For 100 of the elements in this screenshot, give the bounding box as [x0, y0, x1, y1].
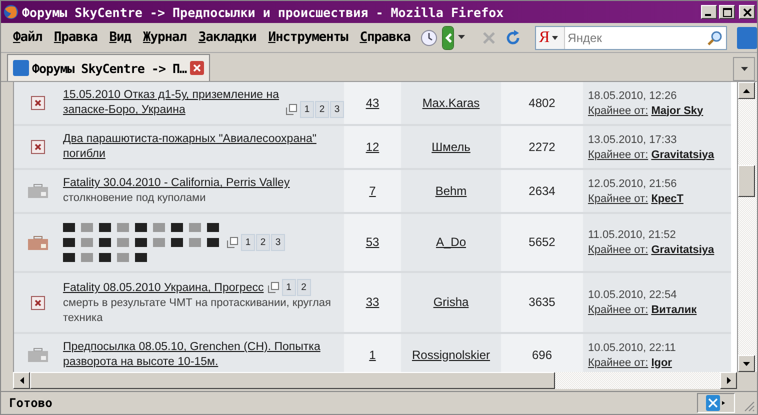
menu-item[interactable]: Справка	[354, 30, 416, 45]
arrow-down-icon[interactable]	[743, 362, 750, 366]
author-link[interactable]: Max.Karas	[422, 96, 480, 110]
author-link[interactable]: A_Do	[436, 235, 466, 250]
last-post-date: 11.05.2010, 21:52	[588, 228, 676, 242]
menu-item[interactable]: Файл	[7, 30, 48, 45]
page-link[interactable]: 2	[256, 234, 270, 251]
replies-count-link[interactable]: 53	[366, 235, 380, 250]
last-poster-link[interactable]: КресТ	[651, 192, 684, 204]
views-count: 696	[532, 348, 552, 362]
author-link[interactable]: Шмель	[432, 140, 470, 154]
menu-item[interactable]: Журнал	[137, 30, 192, 45]
locked-topic-icon	[30, 96, 44, 110]
scroll-thumb[interactable]	[30, 372, 555, 389]
resize-grip-icon[interactable]	[743, 400, 755, 412]
author-link[interactable]: Rossignolskier	[412, 348, 490, 362]
menu-item[interactable]: Правка	[48, 30, 104, 45]
locked-topic-icon	[30, 140, 44, 154]
last-post-link[interactable]: Крайнее от:	[588, 304, 648, 316]
last-poster-link[interactable]: Major Sky	[651, 104, 704, 116]
replies-count-link[interactable]: 7	[369, 184, 376, 198]
replies-count-link[interactable]: 43	[366, 96, 380, 110]
topic-description: смерть в результате ЧМТ на протаскивании, круглая техника	[63, 296, 332, 326]
search-icon[interactable]	[707, 30, 723, 46]
site-logo-icon[interactable]	[737, 26, 757, 48]
topic-link[interactable]: Fatality 08.05.2010 Украина, Прогресс	[63, 281, 264, 296]
horizontal-scrollbar[interactable]	[13, 372, 737, 389]
last-poster-link[interactable]: Igor	[651, 356, 672, 368]
topic-link[interactable]: Два парашютиста-пожарных "Авиалесоохрана" погибли	[63, 132, 344, 162]
topic-link[interactable]: Fatality 30.04.2010 - California, Perris Valley	[63, 176, 290, 191]
replies-count-link[interactable]: 1	[369, 348, 376, 362]
caret-icon[interactable]	[458, 35, 465, 40]
close-tab-icon[interactable]	[190, 61, 204, 75]
topic-link[interactable]: Предпосылка 08.05.10, Grenchen (CH). Попытка разворота на высоте 10-15м.	[63, 340, 344, 370]
replies-count-link[interactable]: 33	[366, 295, 380, 310]
status-text: Готово	[8, 396, 54, 410]
arrow-left-icon[interactable]	[20, 377, 24, 384]
page-link[interactable]: 1	[282, 279, 296, 296]
last-post-link[interactable]: Крайнее от:	[588, 104, 648, 116]
browser-tab[interactable]: Форумы SkyCentre -> П…	[7, 54, 210, 81]
topic-link[interactable]: 15.05.2010 Отказ д1-5у, приземление на запаске-Боро, Украина	[63, 88, 282, 118]
window-title: Форумы SkyCentre -> Предпосылки и происшествия - Mozilla Firefox	[22, 4, 505, 20]
page-link[interactable]: 2	[315, 101, 329, 118]
pages-icon	[227, 237, 238, 248]
menu-item[interactable]: Инструменты	[262, 30, 354, 45]
arrow-right-icon[interactable]	[726, 377, 730, 384]
vertical-scrollbar[interactable]	[737, 82, 757, 372]
locked-topic-icon	[30, 296, 44, 310]
search-box[interactable]: Я Яндек	[535, 26, 727, 50]
caret-icon	[740, 67, 748, 71]
last-post-date: 12.05.2010, 21:56	[588, 176, 677, 190]
views-count: 5652	[528, 235, 556, 250]
page-link[interactable]: 3	[330, 101, 344, 118]
reload-icon[interactable]	[505, 30, 521, 46]
last-post-date: 10.05.2010, 22:54	[588, 288, 677, 302]
minimize-button[interactable]	[701, 5, 717, 19]
clock-icon[interactable]	[420, 28, 438, 46]
last-poster-link[interactable]: Виталик	[651, 304, 697, 316]
last-post-date: 18.05.2010, 12:26	[588, 88, 677, 102]
page-link[interactable]: 1	[241, 234, 255, 251]
views-count: 2272	[528, 140, 556, 154]
arrow-up-icon[interactable]	[743, 88, 750, 92]
views-count: 3635	[528, 295, 556, 310]
page-link[interactable]: 2	[296, 279, 311, 296]
folder-icon	[28, 348, 48, 362]
last-poster-link[interactable]: Gravitatsiya	[651, 244, 714, 256]
search-engine-button[interactable]: Я	[536, 26, 565, 48]
addon-icon[interactable]	[706, 395, 726, 411]
close-icon	[742, 8, 752, 16]
site-logo-icon	[13, 60, 29, 76]
views-count: 2634	[528, 184, 556, 198]
topic-description: столкновение под куполами	[63, 191, 206, 206]
close-button[interactable]	[739, 5, 755, 19]
maximize-icon	[722, 8, 732, 16]
page-link[interactable]: 1	[300, 101, 314, 118]
author-link[interactable]: Grisha	[433, 295, 469, 310]
author-link[interactable]: Behm	[435, 184, 467, 198]
replies-count-link[interactable]: 12	[366, 140, 380, 154]
globe-icon	[3, 4, 19, 20]
last-post-link[interactable]: Крайнее от:	[588, 244, 648, 256]
last-post-link[interactable]: Крайнее от:	[588, 192, 648, 204]
last-post-link[interactable]: Крайнее от:	[588, 356, 648, 368]
views-count: 4802	[528, 96, 556, 110]
pages-icon	[268, 282, 279, 293]
tab-list-button[interactable]	[733, 57, 755, 81]
back-button[interactable]	[443, 26, 454, 48]
maximize-button[interactable]	[719, 5, 735, 19]
chevron-left-icon	[443, 32, 454, 44]
menu-item[interactable]: Вид	[103, 30, 137, 45]
folder-icon	[28, 236, 48, 250]
last-post-date: 13.05.2010, 17:33	[588, 132, 677, 146]
page-link[interactable]: 3	[271, 234, 285, 251]
folder-icon	[28, 184, 48, 198]
caret-icon	[552, 36, 558, 40]
scroll-thumb[interactable]	[738, 165, 755, 197]
pages-icon	[286, 104, 297, 115]
menu-item[interactable]: Закладки	[192, 30, 262, 45]
last-post-link[interactable]: Крайнее от:	[588, 148, 648, 160]
last-poster-link[interactable]: Gravitatsiya	[651, 148, 714, 160]
last-post-date: 10.05.2010, 22:11	[588, 340, 676, 354]
